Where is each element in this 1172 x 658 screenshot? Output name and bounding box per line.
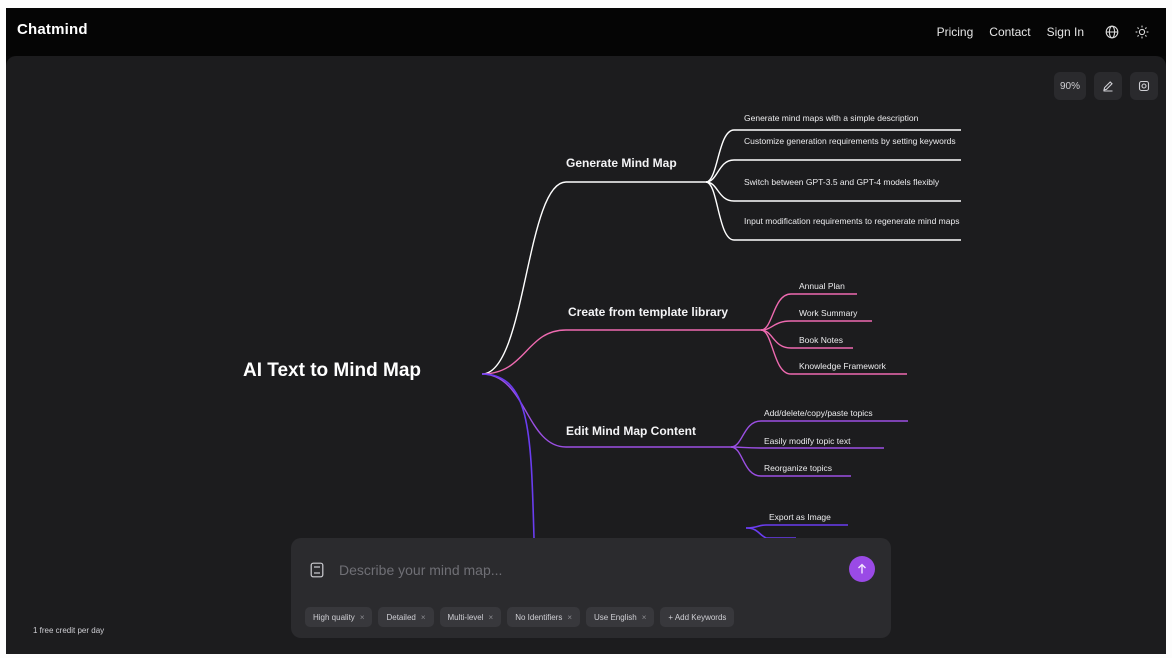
close-icon[interactable]: × — [489, 613, 494, 622]
leaf-input-modification[interactable]: Input modification requirements to regen… — [744, 216, 964, 227]
close-icon[interactable]: × — [421, 613, 426, 622]
sun-icon[interactable] — [1134, 24, 1150, 40]
leaf-modify-topic-text[interactable]: Easily modify topic text — [764, 436, 850, 447]
branch-generate-mind-map[interactable]: Generate Mind Map — [566, 156, 677, 170]
nav-contact[interactable]: Contact — [989, 25, 1030, 39]
canvas-toolbar: 90% — [1053, 72, 1158, 100]
close-icon[interactable]: × — [360, 613, 365, 622]
mindmap-canvas[interactable]: 90% AI Text to Mind Map Generate Mind Ma… — [6, 56, 1166, 654]
keyword-chips: High quality × Detailed × Multi-level × No … — [305, 607, 735, 627]
leaf-reorganize-topics[interactable]: Reorganize topics — [764, 463, 832, 474]
close-icon[interactable]: × — [567, 613, 572, 622]
leaf-add-delete-copy-paste[interactable]: Add/delete/copy/paste topics — [764, 408, 873, 419]
mindmap-root-node[interactable]: AI Text to Mind Map — [243, 360, 421, 382]
branch-edit-mind-map-content[interactable]: Edit Mind Map Content — [566, 424, 696, 438]
nav-menu: Pricing Contact Sign In — [937, 8, 1160, 56]
leaf-customize-keywords[interactable]: Customize generation requirements by set… — [744, 136, 964, 147]
chip-detailed[interactable]: Detailed × — [378, 607, 434, 627]
settings-icon[interactable] — [1130, 72, 1158, 100]
globe-icon[interactable] — [1104, 24, 1120, 40]
nav-pricing[interactable]: Pricing — [937, 25, 974, 39]
leaf-switch-gpt-models[interactable]: Switch between GPT-3.5 and GPT-4 models … — [744, 177, 959, 188]
mindmap-description-input[interactable] — [339, 556, 829, 584]
branch-generate-connector — [481, 129, 961, 375]
close-icon[interactable]: × — [642, 613, 647, 622]
logo[interactable]: Chatmind — [17, 21, 88, 38]
leaf-export-as-image[interactable]: Export as Image — [769, 512, 831, 523]
top-navbar: Chatmind Pricing Contact Sign In — [6, 8, 1166, 56]
nav-sign-in[interactable]: Sign In — [1047, 25, 1084, 39]
edit-icon[interactable] — [1094, 72, 1122, 100]
prompt-panel: High quality× Detailed× Multi-level× No … — [291, 538, 891, 638]
arrow-up-icon — [858, 563, 866, 574]
leaf-book-notes[interactable]: Book Notes — [799, 335, 843, 346]
template-book-icon[interactable] — [310, 562, 324, 578]
zoom-level-button[interactable]: 90% — [1053, 72, 1086, 100]
leaf-generate-simple-description[interactable]: Generate mind maps with a simple descrip… — [744, 113, 959, 124]
send-button[interactable] — [849, 556, 875, 582]
app-window: Chatmind Pricing Contact Sign In 90% AI … — [6, 8, 1166, 654]
leaf-work-summary[interactable]: Work Summary — [799, 308, 857, 319]
add-keywords-button[interactable]: + Add Keywords — [660, 607, 735, 627]
chip-no-identifiers[interactable]: No Identifiers × — [507, 607, 581, 627]
leaf-annual-plan[interactable]: Annual Plan — [799, 281, 845, 292]
chip-multi-level[interactable]: Multi-level × — [439, 607, 502, 627]
leaf-knowledge-framework[interactable]: Knowledge Framework — [799, 361, 886, 372]
free-credit-note: 1 free credit per day — [33, 626, 105, 635]
branch-create-from-template[interactable]: Create from template library — [568, 305, 728, 319]
chip-use-english[interactable]: Use English × — [586, 607, 655, 627]
chip-high-quality[interactable]: High quality × — [305, 607, 373, 627]
